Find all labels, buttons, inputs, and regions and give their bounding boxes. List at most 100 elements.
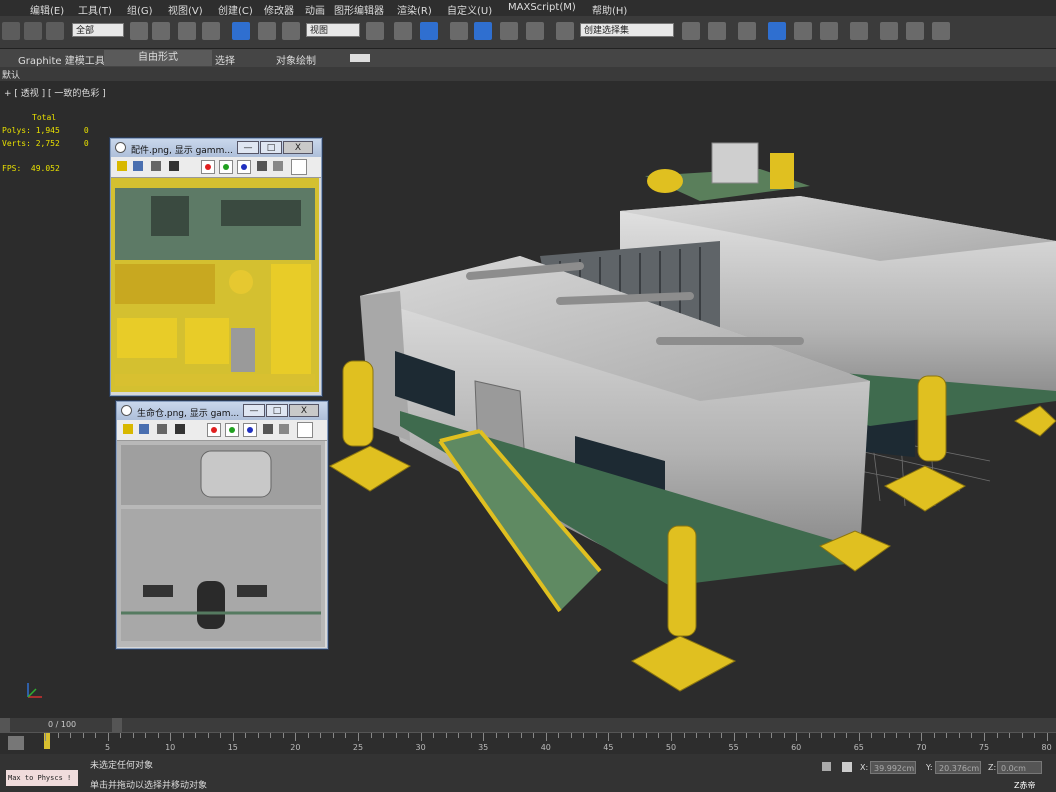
rect-selection-icon[interactable]: [178, 22, 196, 40]
frame-counter: 0 / 100: [48, 720, 77, 729]
select-object-icon[interactable]: [130, 22, 148, 40]
red-channel-toggle[interactable]: [201, 160, 215, 174]
x-coordinate-field[interactable]: 39.992cm: [870, 761, 916, 774]
select-move-icon[interactable]: [232, 22, 250, 40]
ribbon-options-icon[interactable]: [350, 54, 370, 62]
align-icon[interactable]: [708, 22, 726, 40]
snap-toggle-icon[interactable]: [450, 22, 468, 40]
menu-customize[interactable]: 自定义(U): [447, 2, 492, 17]
tab-graphite[interactable]: Graphite 建模工具: [18, 52, 105, 67]
menu-modifiers[interactable]: 修改器: [264, 2, 294, 17]
track-bar[interactable]: 5 10 15 20 25 30 35 40 45 50 55 60 65 70 75 80: [0, 732, 1056, 755]
viewport-label[interactable]: + [ 透视 ] [ 一致的色彩 ]: [4, 86, 106, 99]
menu-rendering[interactable]: 渲染(R): [397, 2, 432, 17]
menu-help[interactable]: 帮助(H): [592, 2, 627, 17]
ruler-label: 55: [728, 743, 739, 752]
minimize-button[interactable]: —: [237, 141, 259, 154]
blue-channel-toggle[interactable]: [243, 423, 257, 437]
select-by-name-icon[interactable]: [152, 22, 170, 40]
texture-window-parts-titlebar[interactable]: 配件.png, 显示 gamm... — □ X: [111, 139, 321, 157]
red-channel-toggle[interactable]: [207, 423, 221, 437]
maximize-button[interactable]: □: [260, 141, 282, 154]
alpha-toggle-icon[interactable]: [263, 424, 273, 434]
lock-icon[interactable]: [822, 762, 831, 771]
tab-object-paint[interactable]: 对象绘制: [276, 52, 316, 67]
close-button[interactable]: X: [283, 141, 313, 154]
keyboard-shortcut-icon[interactable]: [420, 22, 438, 40]
maximize-button[interactable]: □: [266, 404, 288, 417]
ruler-label: 65: [853, 743, 864, 752]
schematic-view-icon[interactable]: [820, 22, 838, 40]
material-editor-icon[interactable]: [850, 22, 868, 40]
ruler-tick: [846, 733, 848, 738]
selection-filter-dropdown[interactable]: 全部: [72, 23, 124, 37]
print-icon[interactable]: [151, 161, 161, 171]
graphite-toggle-icon[interactable]: [768, 22, 786, 40]
render-production-icon[interactable]: [932, 22, 950, 40]
blue-channel-toggle[interactable]: [237, 160, 251, 174]
select-scale-icon[interactable]: [282, 22, 300, 40]
slider-prev-icon[interactable]: [0, 718, 10, 732]
slider-next-icon[interactable]: [112, 718, 122, 732]
swatch-icon[interactable]: [291, 159, 307, 175]
green-channel-toggle[interactable]: [225, 423, 239, 437]
x-label: X:: [860, 763, 869, 772]
y-coordinate-field[interactable]: 20.376cm: [935, 761, 981, 774]
link-icon[interactable]: [2, 22, 20, 40]
mini-curve-editor-icon[interactable]: [8, 736, 24, 750]
menu-maxscript[interactable]: MAXScript(M): [508, 2, 576, 13]
spinner-snap-icon[interactable]: [526, 22, 544, 40]
save-icon[interactable]: [117, 161, 127, 171]
texture-window-parts-title: 配件.png, 显示 gamm...: [131, 146, 233, 156]
angle-snap-icon[interactable]: [474, 22, 492, 40]
mono-toggle-icon[interactable]: [273, 161, 283, 171]
bind-space-warp-icon[interactable]: [46, 22, 64, 40]
z-coordinate-field[interactable]: 0.0cm: [997, 761, 1042, 774]
window-crossing-icon[interactable]: [202, 22, 220, 40]
status-bar: Max to Physcs ! 未选定任何对象 单击并拖动以选择并移动对象 X:…: [0, 754, 1056, 792]
named-selection-dropdown[interactable]: 创建选择集: [580, 23, 674, 37]
ruler-tick: [683, 733, 685, 738]
maxscript-listener[interactable]: Max to Physcs !: [6, 770, 78, 786]
texture-window-parts[interactable]: 配件.png, 显示 gamm... — □ X: [110, 138, 322, 396]
alpha-toggle-icon[interactable]: [257, 161, 267, 171]
print-icon[interactable]: [157, 424, 167, 434]
manipulate-icon[interactable]: [394, 22, 412, 40]
tab-freeform[interactable]: 自由形式: [104, 50, 212, 66]
minimize-button[interactable]: —: [243, 404, 265, 417]
select-rotate-icon[interactable]: [258, 22, 276, 40]
texture-window-capsule[interactable]: 生命仓.png, 显示 gam... — □ X: [116, 401, 328, 649]
clone-icon[interactable]: [133, 161, 143, 171]
swatch-icon[interactable]: [297, 422, 313, 438]
menu-graph-editors[interactable]: 图形编辑器: [334, 2, 384, 17]
unlink-icon[interactable]: [24, 22, 42, 40]
texture-window-capsule-titlebar[interactable]: 生命仓.png, 显示 gam... — □ X: [117, 402, 327, 420]
viewport-statistics: Total Polys: 1,945 0 Verts: 2,752 0 FPS:…: [2, 111, 89, 175]
clear-icon[interactable]: [175, 424, 185, 434]
time-slider[interactable]: 0 / 100: [0, 718, 1056, 732]
mono-toggle-icon[interactable]: [279, 424, 289, 434]
rendered-frame-icon[interactable]: [906, 22, 924, 40]
layer-manager-icon[interactable]: [738, 22, 756, 40]
clone-icon[interactable]: [139, 424, 149, 434]
menu-animation[interactable]: 动画: [305, 2, 325, 17]
absolute-mode-icon[interactable]: [842, 762, 852, 772]
clear-icon[interactable]: [169, 161, 179, 171]
tab-selection[interactable]: 选择: [215, 52, 235, 67]
edit-named-selection-icon[interactable]: [556, 22, 574, 40]
mirror-icon[interactable]: [682, 22, 700, 40]
menu-view[interactable]: 视图(V): [168, 2, 203, 17]
ruler-label: 10: [165, 743, 176, 752]
green-channel-toggle[interactable]: [219, 160, 233, 174]
percent-snap-icon[interactable]: [500, 22, 518, 40]
save-icon[interactable]: [123, 424, 133, 434]
close-button[interactable]: X: [289, 404, 319, 417]
pivot-icon[interactable]: [366, 22, 384, 40]
menu-group[interactable]: 组(G): [127, 2, 153, 17]
menu-edit[interactable]: 编辑(E): [30, 2, 64, 17]
menu-create[interactable]: 创建(C): [218, 2, 253, 17]
reference-coord-dropdown[interactable]: 视图: [306, 23, 360, 37]
render-setup-icon[interactable]: [880, 22, 898, 40]
menu-tools[interactable]: 工具(T): [78, 2, 112, 17]
curve-editor-icon[interactable]: [794, 22, 812, 40]
